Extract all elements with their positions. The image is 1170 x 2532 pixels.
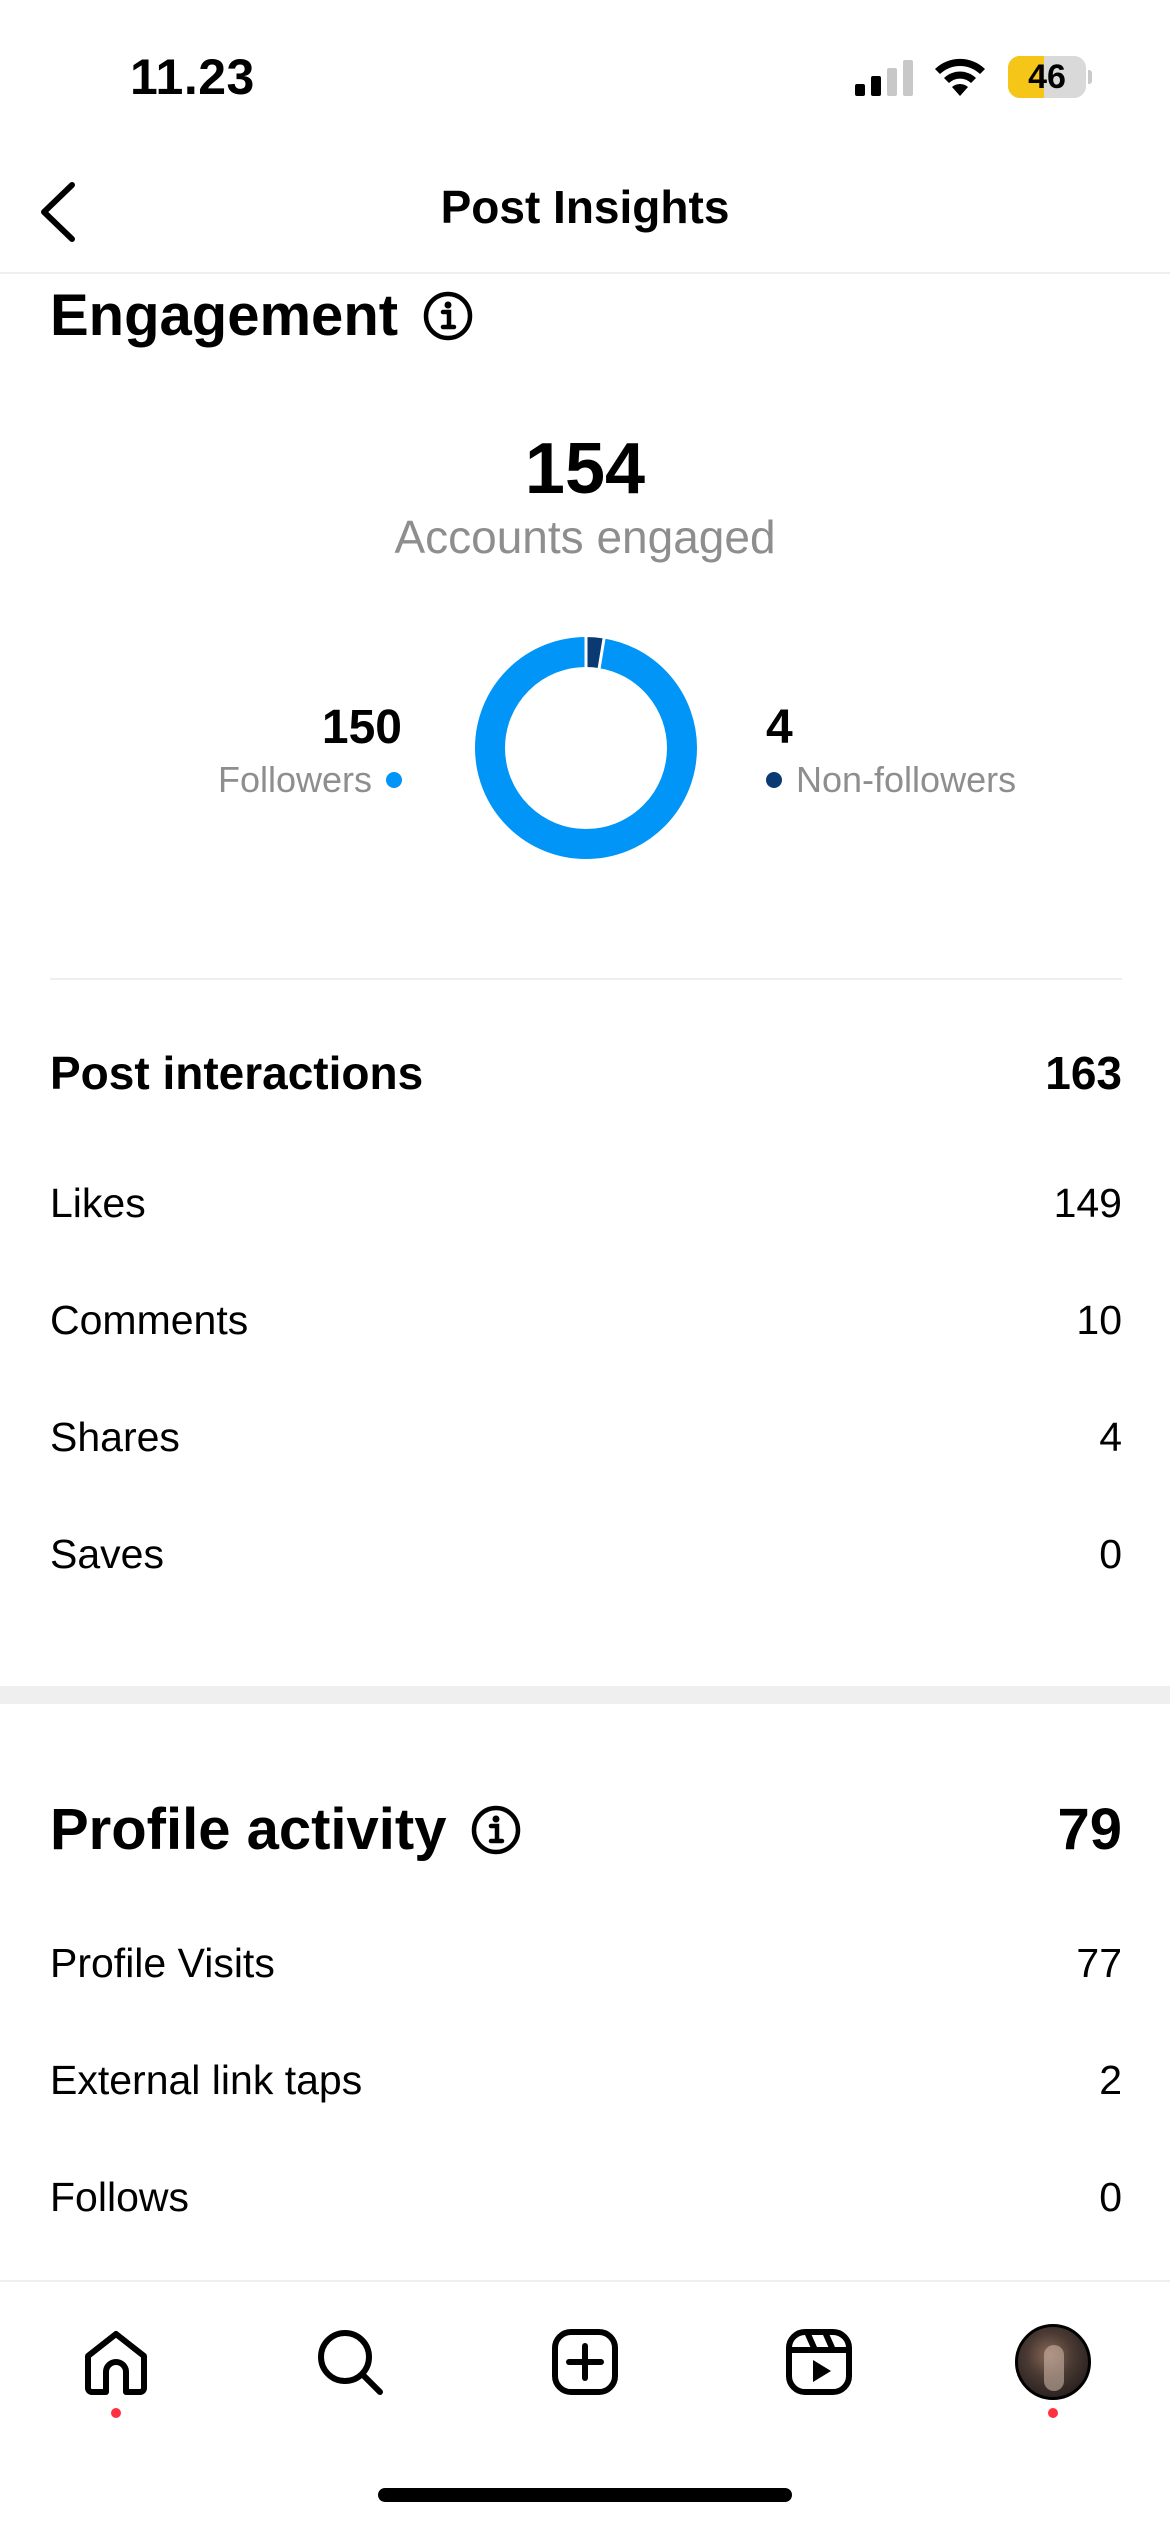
list-item: Likes 149 — [50, 1180, 1122, 1227]
reels-icon — [786, 2329, 852, 2395]
metric-label: Follows — [50, 2174, 189, 2220]
metric-value: 149 — [1053, 1180, 1122, 1226]
non-followers-legend: 4 Non-followers — [766, 700, 1016, 804]
nav-header: Post Insights — [0, 150, 1170, 274]
post-interactions-header: Post interactions 163 — [50, 1046, 1122, 1100]
list-item: Shares 4 — [50, 1414, 1122, 1461]
create-post-icon — [552, 2329, 618, 2395]
metric-value: 4 — [1099, 1414, 1122, 1460]
followers-dot — [386, 772, 402, 788]
list-item: External link taps 2 — [50, 2057, 1122, 2104]
metric-value: 77 — [1076, 1940, 1122, 1986]
non-followers-value: 4 — [766, 701, 793, 754]
status-bar: 11.23 46 — [0, 0, 1170, 150]
page-title: Post Insights — [440, 181, 730, 233]
followers-label: Followers — [217, 759, 372, 800]
profile-activity-total: 79 — [1057, 1797, 1122, 1862]
section-separator — [0, 1686, 1170, 1704]
status-time: 11.23 — [130, 49, 255, 105]
non-followers-dot — [766, 772, 782, 788]
non-followers-label: Non-followers — [796, 759, 1017, 800]
engagement-title: Engagement — [50, 283, 399, 348]
post-insights-screen: 11.23 46 Post Insights Engagement 154 Ac… — [0, 0, 1170, 2532]
list-item: Profile Visits 77 — [50, 1940, 1122, 1987]
metric-label: Profile Visits — [50, 1940, 275, 1986]
info-icon[interactable] — [470, 1804, 522, 1856]
metric-label: Likes — [50, 1180, 146, 1226]
followers-value: 150 — [321, 701, 402, 754]
metric-label: External link taps — [50, 2057, 363, 2103]
profile-activity-title: Profile activity — [50, 1797, 447, 1862]
profile-avatar — [1015, 2324, 1091, 2400]
tab-create[interactable] — [545, 2322, 625, 2402]
section-divider — [50, 978, 1122, 980]
metric-label: Shares — [50, 1414, 180, 1460]
battery-icon: 46 — [1008, 56, 1092, 98]
metric-label: Saves — [50, 1531, 164, 1577]
info-icon[interactable] — [422, 290, 474, 342]
donut-segment-followers — [475, 637, 697, 859]
accounts-engaged-value: 154 — [524, 429, 646, 509]
wifi-icon — [935, 58, 985, 96]
metric-value: 0 — [1099, 2174, 1122, 2220]
cellular-signal-icon — [855, 60, 913, 96]
engagement-donut-chart — [475, 636, 697, 859]
post-interactions-total: 163 — [1045, 1047, 1122, 1099]
home-icon — [85, 2331, 147, 2395]
metric-value: 0 — [1099, 1531, 1122, 1577]
tab-home[interactable] — [76, 2322, 156, 2402]
metric-value: 2 — [1099, 2057, 1122, 2103]
profile-activity-header: Profile activity 79 — [50, 1796, 1122, 1863]
home-notification-dot — [111, 2408, 121, 2418]
list-item: Saves 0 — [50, 1531, 1122, 1578]
metric-label: Comments — [50, 1297, 249, 1343]
search-icon — [318, 2330, 383, 2395]
metric-value: 10 — [1076, 1297, 1122, 1343]
tab-search[interactable] — [310, 2322, 390, 2402]
engagement-heading: Engagement — [50, 282, 474, 349]
list-item: Follows 0 — [50, 2174, 1122, 2221]
post-interactions-title: Post interactions — [50, 1047, 424, 1099]
accounts-engaged-label: Accounts engaged — [394, 511, 776, 563]
tab-reels[interactable] — [779, 2322, 859, 2402]
home-indicator — [378, 2488, 792, 2502]
profile-notification-dot — [1048, 2408, 1058, 2418]
list-item: Comments 10 — [50, 1297, 1122, 1344]
followers-legend: 150 Followers — [218, 700, 402, 804]
tab-profile[interactable] — [1013, 2322, 1093, 2402]
battery-level-text: 46 — [1028, 58, 1066, 96]
